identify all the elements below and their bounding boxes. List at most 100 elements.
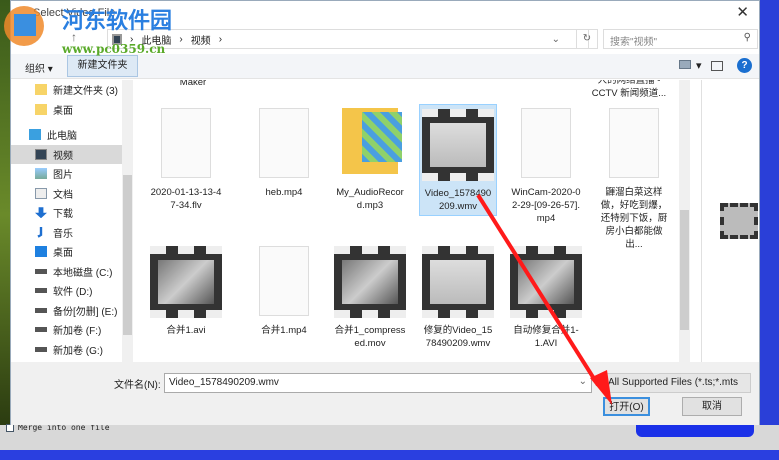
sidebar-scrollbar[interactable] (122, 80, 133, 362)
video-thumbnail-icon (422, 109, 494, 181)
open-button[interactable]: 打开(O) (603, 397, 650, 416)
sidebar-item-label: 图片 (53, 170, 73, 182)
chevron-down-icon[interactable]: ⌄ (579, 376, 587, 387)
breadcrumb-sep: › (218, 33, 223, 45)
drive-icon (35, 346, 47, 352)
sidebar-item-label: 备份[勿删] (E:) (53, 306, 118, 318)
video-icon (35, 148, 47, 160)
sidebar-item[interactable]: 新建文件夹 (3) (11, 80, 133, 100)
file-name: heb.mp4 (265, 187, 303, 198)
file-item[interactable]: heb.mp4 (245, 104, 323, 201)
file-name: 2020-01-13-13-47-34.flv (150, 187, 222, 211)
file-item[interactable]: 修复的Video_1578490209.wmv (419, 242, 497, 352)
help-icon[interactable]: ? (737, 58, 752, 73)
search-placeholder: 搜索"视频" (610, 37, 658, 48)
file-name: 自动修复合并1-1.AVI (513, 325, 579, 349)
file-list: Maker 人的网络直播 - CCTV 新闻频道... 2020-01-13-1… (134, 80, 691, 362)
sidebar-item[interactable]: 软件 (D:) (11, 281, 133, 301)
video-thumbnail-icon (510, 246, 582, 318)
sidebar-item-label: 此电脑 (47, 131, 77, 143)
music-folder-icon (342, 108, 402, 174)
cancel-button[interactable]: 取消 (682, 397, 742, 416)
sidebar-item-label: 桌面 (53, 105, 73, 117)
sidebar-item[interactable]: 下载 (11, 203, 133, 223)
file-item[interactable]: 合并1_compressed.mov (331, 242, 409, 352)
filename-input[interactable]: Video_1578490209.wmv ⌄ (164, 373, 592, 393)
video-thumbnail-icon (150, 246, 222, 318)
filename-value: Video_1578490209.wmv (169, 377, 279, 388)
folder-icon (35, 84, 47, 96)
dialog-footer: 文件名(N): Video_1578490209.wmv ⌄ All Suppor… (11, 362, 759, 425)
file-name: 合并1.mp4 (261, 325, 307, 336)
pictures-icon (35, 168, 47, 180)
svg-text:www.pc0359.cn: www.pc0359.cn (61, 42, 166, 56)
background-blue-button[interactable] (636, 423, 754, 437)
sidebar-item[interactable]: 文档 (11, 184, 133, 204)
filetype-select[interactable]: All Supported Files (*.ts;*.mts (603, 373, 751, 393)
background-app-right (760, 0, 779, 430)
sidebar-item-label: 新加卷 (G:) (53, 345, 103, 357)
sidebar-item-label: 本地磁盘 (C:) (53, 267, 113, 279)
view-dropdown-icon[interactable]: ▾ (696, 59, 702, 72)
file-name: 鼲溜白菜这样做，好吃到爆，还特别下饭，厨房小白都能做出... (600, 187, 668, 250)
folder-icon (35, 103, 47, 115)
file-item[interactable]: WinCam-2020-02-29-[09-26-57].mp4 (507, 104, 585, 227)
svg-text:河东软件园: 河东软件园 (62, 8, 172, 34)
file-item[interactable]: 鼲溜白菜这样做，好吃到爆，还特别下饭，厨房小白都能做出... (595, 104, 673, 253)
search-icon[interactable]: ⚲ (744, 32, 751, 43)
documents-icon (35, 187, 47, 199)
sidebar-item[interactable]: 图片 (11, 164, 133, 184)
file-item[interactable]: My_AudioRecord.mp3 (331, 104, 409, 214)
file-name: 修复的Video_1578490209.wmv (423, 325, 493, 349)
view-icon[interactable] (679, 60, 691, 69)
close-button[interactable]: ✕ (736, 3, 749, 21)
preview-pane-icon[interactable] (711, 61, 723, 71)
file-icon (521, 108, 571, 178)
filename-label: 文件名(N): (114, 380, 161, 391)
download-icon (35, 207, 47, 219)
video-thumbnail-icon (422, 246, 494, 318)
content-scrollbar[interactable] (679, 80, 690, 362)
sidebar-item[interactable]: 备份[勿删] (E:) (11, 301, 133, 321)
sidebar-item[interactable]: 新加卷 (G:) (11, 340, 133, 360)
file-name: WinCam-2020-02-29-[09-26-57].mp4 (511, 187, 581, 224)
partial-item[interactable]: Maker (154, 80, 232, 89)
file-icon (259, 246, 309, 316)
sidebar-item[interactable]: 视频 (11, 144, 133, 164)
scrollbar-thumb[interactable] (680, 210, 689, 330)
background-app-left (0, 0, 10, 430)
sidebar-item[interactable]: 音乐 (11, 223, 133, 243)
desktop-icon (35, 246, 47, 258)
drive-icon (35, 288, 47, 294)
file-icon (161, 108, 211, 178)
preview-thumbnail (720, 203, 758, 239)
sidebar-item[interactable]: 桌面 (11, 100, 133, 120)
file-item[interactable]: Video_1578490209.wmv (419, 104, 497, 216)
file-item[interactable]: 2020-01-13-13-47-34.flv (147, 104, 225, 214)
sidebar-item-label: 软件 (D:) (53, 287, 93, 299)
sidebar-item[interactable]: 新加卷 (F:) (11, 320, 133, 340)
sidebar-item[interactable]: 此电脑 (11, 125, 133, 145)
preview-pane (701, 80, 759, 362)
sidebar-item[interactable]: 本地磁盘 (C:) (11, 262, 133, 282)
sidebar: 新建文件夹 (3) 桌面 此电脑 视频 图片 文档 下载 音乐 桌面 本地磁盘 (C:) 软件 (D… (11, 80, 133, 362)
file-item[interactable]: 合并1.mp4 (245, 242, 323, 339)
file-icon (259, 108, 309, 178)
sidebar-item-label: 新建文件夹 (3) (53, 86, 118, 98)
search-input[interactable]: 搜索"视频" ⚲ (603, 29, 758, 49)
sidebar-item-label: 下载 (53, 209, 73, 221)
address-dropdown-icon[interactable]: ⌄ (552, 34, 560, 45)
file-item[interactable]: 自动修复合并1-1.AVI (507, 242, 585, 352)
sidebar-item[interactable]: 桌面 (11, 242, 133, 262)
sidebar-item-label: 新加卷 (F:) (53, 326, 102, 338)
sidebar-item-label: 视频 (53, 150, 73, 162)
partial-item[interactable]: 人的网络直播 - CCTV 新闻频道... (584, 80, 674, 100)
scrollbar-thumb[interactable] (123, 175, 132, 335)
file-icon (609, 108, 659, 178)
file-item[interactable]: 合并1.avi (147, 242, 225, 339)
organize-button[interactable]: 组织 ▾ (25, 60, 53, 75)
watermark-logo: 河东软件园 www.pc0359.cn (4, 6, 172, 56)
drive-icon (35, 327, 47, 333)
file-name: 合并1_compressed.mov (334, 325, 406, 349)
refresh-button[interactable]: ↻ (576, 29, 598, 49)
